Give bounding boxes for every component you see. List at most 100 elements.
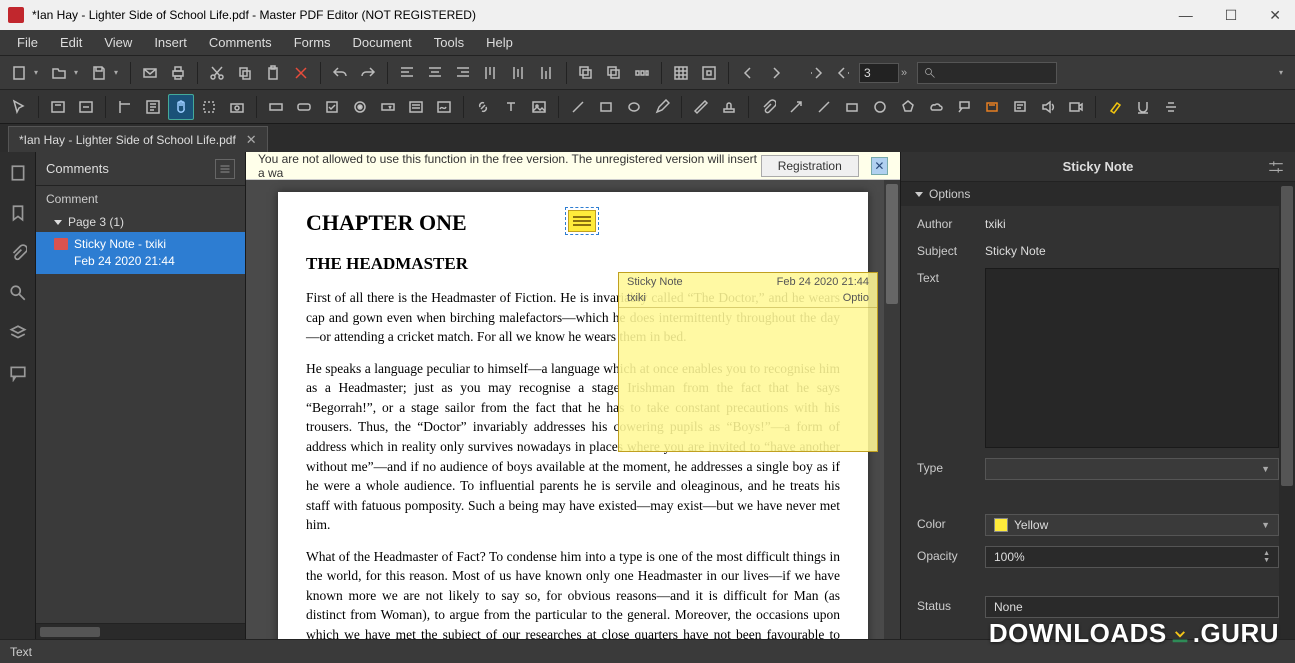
minimize-button[interactable]: — xyxy=(1173,7,1199,24)
align-bottom-icon[interactable] xyxy=(534,60,560,86)
grid-icon[interactable] xyxy=(668,60,694,86)
polygon-annot-icon[interactable] xyxy=(895,94,921,120)
form-sign-icon[interactable] xyxy=(431,94,457,120)
spin-up-icon[interactable]: ▲ xyxy=(1263,550,1270,557)
align-left-icon[interactable] xyxy=(394,60,420,86)
document-scrollbar-v[interactable] xyxy=(884,180,900,639)
type-select[interactable]: ▼ xyxy=(985,458,1279,480)
menu-forms[interactable]: Forms xyxy=(285,32,340,53)
page-container[interactable]: CHAPTER ONE THE HEADMASTER First of all … xyxy=(246,180,900,639)
sticky-note-annotation[interactable] xyxy=(568,210,596,232)
search-panel-icon[interactable] xyxy=(7,282,29,304)
comments-options-icon[interactable] xyxy=(215,159,235,179)
attachments-icon[interactable] xyxy=(7,242,29,264)
tab-close-icon[interactable]: ✕ xyxy=(246,132,257,148)
menu-comments[interactable]: Comments xyxy=(200,32,281,53)
color-select[interactable]: Yellow ▼ xyxy=(985,514,1279,536)
spin-down-icon[interactable]: ▼ xyxy=(1263,557,1270,564)
line-annot-icon[interactable] xyxy=(811,94,837,120)
menu-insert[interactable]: Insert xyxy=(145,32,196,53)
new-doc-icon[interactable] xyxy=(6,60,32,86)
email-icon[interactable] xyxy=(137,60,163,86)
opacity-spinner[interactable]: 100% ▲▼ xyxy=(985,546,1279,568)
open-icon[interactable] xyxy=(46,60,72,86)
distribute-icon[interactable] xyxy=(629,60,655,86)
sticky-note-popup[interactable]: Sticky Note Feb 24 2020 21:44 txiki Opti… xyxy=(618,272,878,452)
redo-icon[interactable] xyxy=(355,60,381,86)
first-page-icon[interactable] xyxy=(803,60,829,86)
form-list-icon[interactable] xyxy=(403,94,429,120)
layers-icon[interactable] xyxy=(7,322,29,344)
last-page-icon[interactable] xyxy=(831,60,857,86)
delete-icon[interactable] xyxy=(288,60,314,86)
dropdown-icon[interactable]: ▾ xyxy=(114,68,124,77)
document-tab[interactable]: *Ian Hay - Lighter Side of School Life.p… xyxy=(8,126,268,152)
form-text-icon[interactable] xyxy=(263,94,289,120)
thumbnails-icon[interactable] xyxy=(7,162,29,184)
circle-annot-icon[interactable] xyxy=(867,94,893,120)
prev-page-icon[interactable] xyxy=(735,60,761,86)
dropdown-icon[interactable]: ▾ xyxy=(1279,68,1289,77)
menu-view[interactable]: View xyxy=(95,32,141,53)
callout-icon[interactable] xyxy=(951,94,977,120)
send-back-icon[interactable] xyxy=(601,60,627,86)
comments-scrollbar-h[interactable] xyxy=(36,623,245,639)
ellipse-icon[interactable] xyxy=(621,94,647,120)
cut-icon[interactable] xyxy=(204,60,230,86)
search-box[interactable] xyxy=(917,62,1057,84)
sticky-popup-body[interactable] xyxy=(619,308,877,320)
attach-icon[interactable] xyxy=(755,94,781,120)
align-right-icon[interactable] xyxy=(450,60,476,86)
copy-icon[interactable] xyxy=(232,60,258,86)
marquee-icon[interactable] xyxy=(196,94,222,120)
sticky-note-icon[interactable] xyxy=(1007,94,1033,120)
link-icon[interactable] xyxy=(470,94,496,120)
snapshot-icon[interactable] xyxy=(224,94,250,120)
undo-icon[interactable] xyxy=(327,60,353,86)
form-check-icon[interactable] xyxy=(319,94,345,120)
text-input[interactable] xyxy=(985,268,1279,448)
sound-annot-icon[interactable] xyxy=(1035,94,1061,120)
align-top-icon[interactable] xyxy=(478,60,504,86)
pencil-icon[interactable] xyxy=(649,94,675,120)
menu-tools[interactable]: Tools xyxy=(425,32,473,53)
align-middle-icon[interactable] xyxy=(506,60,532,86)
page-overflow-icon[interactable]: » xyxy=(901,67,911,79)
align-center-icon[interactable] xyxy=(422,60,448,86)
close-button[interactable]: ✕ xyxy=(1263,7,1287,24)
menu-file[interactable]: File xyxy=(8,32,47,53)
maximize-button[interactable]: ☐ xyxy=(1219,7,1244,24)
bookmarks-icon[interactable] xyxy=(7,202,29,224)
edit-text-icon[interactable] xyxy=(45,94,71,120)
menu-edit[interactable]: Edit xyxy=(51,32,91,53)
hand-tool-icon[interactable] xyxy=(168,94,194,120)
line-icon[interactable] xyxy=(565,94,591,120)
pointer-tool-icon[interactable] xyxy=(6,94,32,120)
paste-icon[interactable] xyxy=(260,60,286,86)
select-tool-icon[interactable] xyxy=(112,94,138,120)
form-combo-icon[interactable] xyxy=(375,94,401,120)
form-radio-icon[interactable] xyxy=(347,94,373,120)
comments-page-row[interactable]: Page 3 (1) xyxy=(36,212,245,232)
print-icon[interactable] xyxy=(165,60,191,86)
edit-doc-icon[interactable] xyxy=(140,94,166,120)
measure-icon[interactable] xyxy=(688,94,714,120)
save-icon[interactable] xyxy=(86,60,112,86)
underline-icon[interactable] xyxy=(1130,94,1156,120)
bring-front-icon[interactable] xyxy=(573,60,599,86)
comments-item-selected[interactable]: Sticky Note - txiki Feb 24 2020 21:44 xyxy=(36,232,245,274)
textbox-icon[interactable] xyxy=(979,94,1005,120)
strikeout-icon[interactable] xyxy=(1158,94,1184,120)
status-select[interactable]: None xyxy=(985,596,1279,618)
insert-image-icon[interactable] xyxy=(526,94,552,120)
registration-button[interactable]: Registration xyxy=(761,155,859,177)
menu-document[interactable]: Document xyxy=(344,32,421,53)
insert-text-icon[interactable] xyxy=(498,94,524,120)
rect-icon[interactable] xyxy=(593,94,619,120)
options-section-header[interactable]: Options xyxy=(901,182,1295,206)
stamp-icon[interactable] xyxy=(716,94,742,120)
dropdown-icon[interactable]: ▾ xyxy=(74,68,84,77)
highlight-icon[interactable] xyxy=(1102,94,1128,120)
warning-close-icon[interactable]: ✕ xyxy=(871,157,888,175)
video-annot-icon[interactable] xyxy=(1063,94,1089,120)
